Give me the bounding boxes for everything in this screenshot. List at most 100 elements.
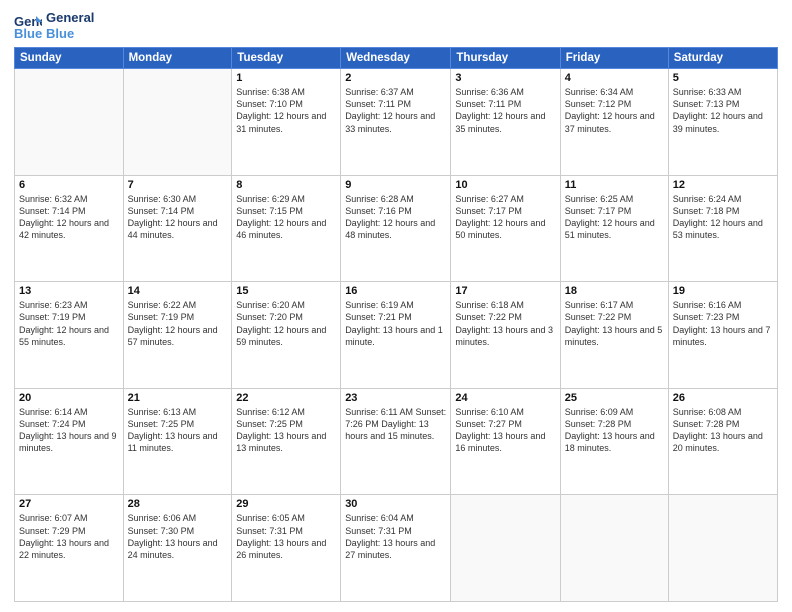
day-info: Sunrise: 6:22 AM Sunset: 7:19 PM Dayligh…: [128, 299, 228, 348]
day-info: Sunrise: 6:28 AM Sunset: 7:16 PM Dayligh…: [345, 193, 446, 242]
day-number: 23: [345, 392, 446, 404]
calendar-cell: 24 Sunrise: 6:10 AM Sunset: 7:27 PM Dayli…: [451, 388, 560, 495]
day-number: 29: [236, 498, 336, 510]
day-number: 15: [236, 285, 336, 297]
day-info: Sunrise: 6:30 AM Sunset: 7:14 PM Dayligh…: [128, 193, 228, 242]
calendar-cell: [123, 69, 232, 176]
day-number: 5: [673, 72, 773, 84]
day-number: 12: [673, 179, 773, 191]
calendar-week-2: 6 Sunrise: 6:32 AM Sunset: 7:14 PM Daylig…: [15, 175, 778, 282]
calendar-week-3: 13 Sunrise: 6:23 AM Sunset: 7:19 PM Dayli…: [15, 282, 778, 389]
day-number: 2: [345, 72, 446, 84]
calendar-header-thursday: Thursday: [451, 48, 560, 69]
calendar-cell: 15 Sunrise: 6:20 AM Sunset: 7:20 PM Dayli…: [232, 282, 341, 389]
day-number: 10: [455, 179, 555, 191]
day-number: 1: [236, 72, 336, 84]
day-info: Sunrise: 6:23 AM Sunset: 7:19 PM Dayligh…: [19, 299, 119, 348]
calendar-cell: 9 Sunrise: 6:28 AM Sunset: 7:16 PM Daylig…: [341, 175, 451, 282]
day-info: Sunrise: 6:14 AM Sunset: 7:24 PM Dayligh…: [19, 406, 119, 455]
calendar-header-row: SundayMondayTuesdayWednesdayThursdayFrid…: [15, 48, 778, 69]
day-info: Sunrise: 6:12 AM Sunset: 7:25 PM Dayligh…: [236, 406, 336, 455]
calendar-cell: 11 Sunrise: 6:25 AM Sunset: 7:17 PM Dayli…: [560, 175, 668, 282]
day-number: 9: [345, 179, 446, 191]
calendar-header-friday: Friday: [560, 48, 668, 69]
day-info: Sunrise: 6:04 AM Sunset: 7:31 PM Dayligh…: [345, 512, 446, 561]
day-info: Sunrise: 6:25 AM Sunset: 7:17 PM Dayligh…: [565, 193, 664, 242]
day-info: Sunrise: 6:17 AM Sunset: 7:22 PM Dayligh…: [565, 299, 664, 348]
day-info: Sunrise: 6:20 AM Sunset: 7:20 PM Dayligh…: [236, 299, 336, 348]
day-info: Sunrise: 6:36 AM Sunset: 7:11 PM Dayligh…: [455, 86, 555, 135]
day-number: 18: [565, 285, 664, 297]
day-number: 27: [19, 498, 119, 510]
day-number: 20: [19, 392, 119, 404]
day-info: Sunrise: 6:29 AM Sunset: 7:15 PM Dayligh…: [236, 193, 336, 242]
calendar-cell: 28 Sunrise: 6:06 AM Sunset: 7:30 PM Dayli…: [123, 495, 232, 602]
day-info: Sunrise: 6:27 AM Sunset: 7:17 PM Dayligh…: [455, 193, 555, 242]
day-info: Sunrise: 6:34 AM Sunset: 7:12 PM Dayligh…: [565, 86, 664, 135]
day-info: Sunrise: 6:06 AM Sunset: 7:30 PM Dayligh…: [128, 512, 228, 561]
calendar-cell: 29 Sunrise: 6:05 AM Sunset: 7:31 PM Dayli…: [232, 495, 341, 602]
calendar-header-saturday: Saturday: [668, 48, 777, 69]
day-number: 26: [673, 392, 773, 404]
day-info: Sunrise: 6:13 AM Sunset: 7:25 PM Dayligh…: [128, 406, 228, 455]
calendar-cell: 10 Sunrise: 6:27 AM Sunset: 7:17 PM Dayli…: [451, 175, 560, 282]
calendar-week-4: 20 Sunrise: 6:14 AM Sunset: 7:24 PM Dayli…: [15, 388, 778, 495]
day-number: 4: [565, 72, 664, 84]
day-info: Sunrise: 6:33 AM Sunset: 7:13 PM Dayligh…: [673, 86, 773, 135]
day-info: Sunrise: 6:24 AM Sunset: 7:18 PM Dayligh…: [673, 193, 773, 242]
calendar-cell: 13 Sunrise: 6:23 AM Sunset: 7:19 PM Dayli…: [15, 282, 124, 389]
calendar-cell: 25 Sunrise: 6:09 AM Sunset: 7:28 PM Dayli…: [560, 388, 668, 495]
calendar-cell: [668, 495, 777, 602]
day-info: Sunrise: 6:11 AM Sunset: 7:26 PM Dayligh…: [345, 406, 446, 442]
calendar-cell: 4 Sunrise: 6:34 AM Sunset: 7:12 PM Daylig…: [560, 69, 668, 176]
day-number: 25: [565, 392, 664, 404]
calendar-header-sunday: Sunday: [15, 48, 124, 69]
day-number: 28: [128, 498, 228, 510]
day-info: Sunrise: 6:32 AM Sunset: 7:14 PM Dayligh…: [19, 193, 119, 242]
day-info: Sunrise: 6:37 AM Sunset: 7:11 PM Dayligh…: [345, 86, 446, 135]
day-info: Sunrise: 6:18 AM Sunset: 7:22 PM Dayligh…: [455, 299, 555, 348]
calendar-header-wednesday: Wednesday: [341, 48, 451, 69]
calendar-cell: [560, 495, 668, 602]
day-number: 22: [236, 392, 336, 404]
calendar-week-5: 27Sunrise: 6:07 AM Sunset: 7:29 PM Dayli…: [15, 495, 778, 602]
calendar-cell: [451, 495, 560, 602]
day-number: 30: [345, 498, 446, 510]
page: General Blue General Blue SundayMondayTu…: [0, 0, 792, 612]
calendar-cell: 21Sunrise: 6:13 AM Sunset: 7:25 PM Dayli…: [123, 388, 232, 495]
calendar-cell: 22 Sunrise: 6:12 AM Sunset: 7:25 PM Dayli…: [232, 388, 341, 495]
calendar-cell: 20 Sunrise: 6:14 AM Sunset: 7:24 PM Dayli…: [15, 388, 124, 495]
day-info: Sunrise: 6:38 AM Sunset: 7:10 PM Dayligh…: [236, 86, 336, 135]
day-info: Sunrise: 6:08 AM Sunset: 7:28 PM Dayligh…: [673, 406, 773, 455]
calendar-header-tuesday: Tuesday: [232, 48, 341, 69]
day-number: 14: [128, 285, 228, 297]
day-number: 19: [673, 285, 773, 297]
calendar-cell: 5 Sunrise: 6:33 AM Sunset: 7:13 PM Daylig…: [668, 69, 777, 176]
day-info: Sunrise: 6:19 AM Sunset: 7:21 PM Dayligh…: [345, 299, 446, 348]
calendar-cell: 12 Sunrise: 6:24 AM Sunset: 7:18 PM Dayli…: [668, 175, 777, 282]
header: General Blue General Blue: [14, 10, 778, 41]
calendar-cell: 6 Sunrise: 6:32 AM Sunset: 7:14 PM Daylig…: [15, 175, 124, 282]
day-info: Sunrise: 6:05 AM Sunset: 7:31 PM Dayligh…: [236, 512, 336, 561]
calendar-cell: 18 Sunrise: 6:17 AM Sunset: 7:22 PM Dayli…: [560, 282, 668, 389]
day-number: 11: [565, 179, 664, 191]
day-number: 24: [455, 392, 555, 404]
logo-text: General Blue: [46, 10, 94, 41]
day-info: Sunrise: 6:16 AM Sunset: 7:23 PM Dayligh…: [673, 299, 773, 348]
calendar-cell: 16 Sunrise: 6:19 AM Sunset: 7:21 PM Dayli…: [341, 282, 451, 389]
day-number: 6: [19, 179, 119, 191]
day-info: Sunrise: 6:10 AM Sunset: 7:27 PM Dayligh…: [455, 406, 555, 455]
day-number: 7: [128, 179, 228, 191]
calendar-cell: 26 Sunrise: 6:08 AM Sunset: 7:28 PM Dayli…: [668, 388, 777, 495]
day-info: Sunrise: 6:09 AM Sunset: 7:28 PM Dayligh…: [565, 406, 664, 455]
calendar-cell: 27Sunrise: 6:07 AM Sunset: 7:29 PM Dayli…: [15, 495, 124, 602]
day-number: 13: [19, 285, 119, 297]
day-number: 3: [455, 72, 555, 84]
calendar-cell: [15, 69, 124, 176]
day-number: 16: [345, 285, 446, 297]
logo-icon: General Blue: [14, 12, 42, 40]
calendar-cell: 8Sunrise: 6:29 AM Sunset: 7:15 PM Daylig…: [232, 175, 341, 282]
calendar-week-1: 1 Sunrise: 6:38 AM Sunset: 7:10 PM Daylig…: [15, 69, 778, 176]
calendar-cell: 2 Sunrise: 6:37 AM Sunset: 7:11 PM Daylig…: [341, 69, 451, 176]
calendar-cell: 17Sunrise: 6:18 AM Sunset: 7:22 PM Dayli…: [451, 282, 560, 389]
